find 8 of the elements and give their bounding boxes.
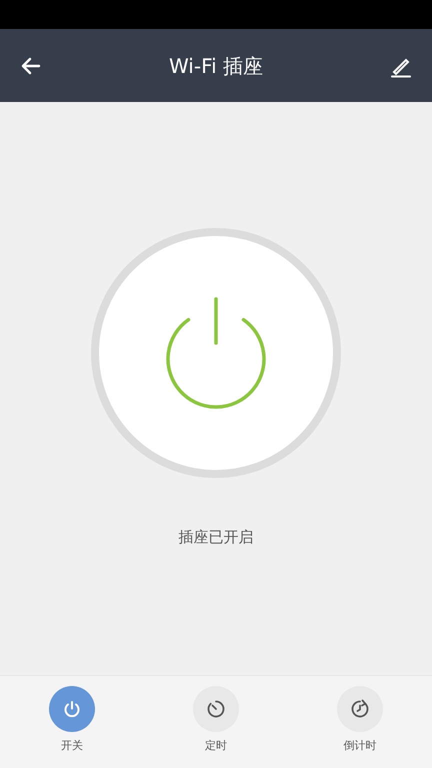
tab[interactable]: 定时: [144, 686, 288, 768]
timer-icon: [206, 699, 226, 719]
power-icon: [62, 699, 82, 719]
countdown-icon: [350, 699, 370, 719]
window-title: Wi-Fi 插座: [168, 52, 264, 80]
status-text: 插座已开启: [178, 527, 254, 548]
tab[interactable]: 倒计时: [288, 686, 432, 768]
tab[interactable]: 开关: [0, 686, 144, 768]
